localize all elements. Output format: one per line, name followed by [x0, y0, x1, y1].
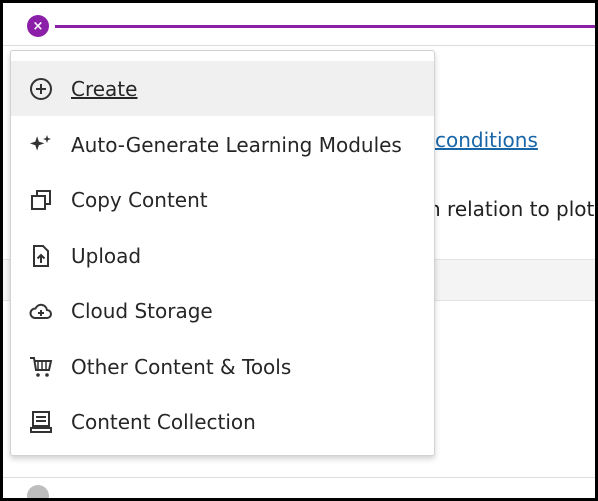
menu-item-label: Content Collection — [71, 409, 256, 434]
menu-item-label: Auto-Generate Learning Modules — [71, 132, 402, 157]
copy-icon — [28, 187, 54, 213]
insert-content-divider — [55, 25, 595, 28]
conditions-link[interactable]: conditions — [435, 128, 538, 152]
add-content-button[interactable] — [27, 485, 49, 498]
collection-icon — [28, 409, 54, 435]
menu-item-label: Create — [71, 76, 138, 101]
menu-item-other-content-tools[interactable]: Other Content & Tools — [11, 339, 434, 394]
divider — [3, 45, 595, 46]
menu-item-label: Other Content & Tools — [71, 354, 292, 379]
menu-item-label: Upload — [71, 243, 142, 268]
close-menu-button[interactable]: × — [27, 15, 49, 37]
cart-icon — [28, 354, 54, 380]
close-icon: × — [32, 18, 44, 34]
menu-item-create[interactable]: Create — [11, 61, 434, 116]
background-text: n relation to plot, — [428, 197, 598, 221]
sparkle-icon — [28, 132, 54, 158]
cloud-add-icon — [28, 298, 54, 324]
menu-item-cloud-storage[interactable]: Cloud Storage — [11, 283, 434, 338]
menu-item-label: Copy Content — [71, 187, 208, 212]
top-bar: × — [3, 3, 595, 45]
add-content-menu: Create Auto-Generate Learning Modules Co… — [10, 50, 435, 456]
menu-item-label: Cloud Storage — [71, 298, 213, 323]
plus-circle-icon — [28, 76, 54, 102]
divider — [3, 477, 595, 478]
upload-file-icon — [28, 243, 54, 269]
menu-item-copy-content[interactable]: Copy Content — [11, 172, 434, 227]
content-page: × conditions n relation to plot, Create … — [0, 0, 598, 501]
menu-item-auto-generate[interactable]: Auto-Generate Learning Modules — [11, 117, 434, 172]
menu-item-content-collection[interactable]: Content Collection — [11, 394, 434, 449]
menu-item-upload[interactable]: Upload — [11, 228, 434, 283]
